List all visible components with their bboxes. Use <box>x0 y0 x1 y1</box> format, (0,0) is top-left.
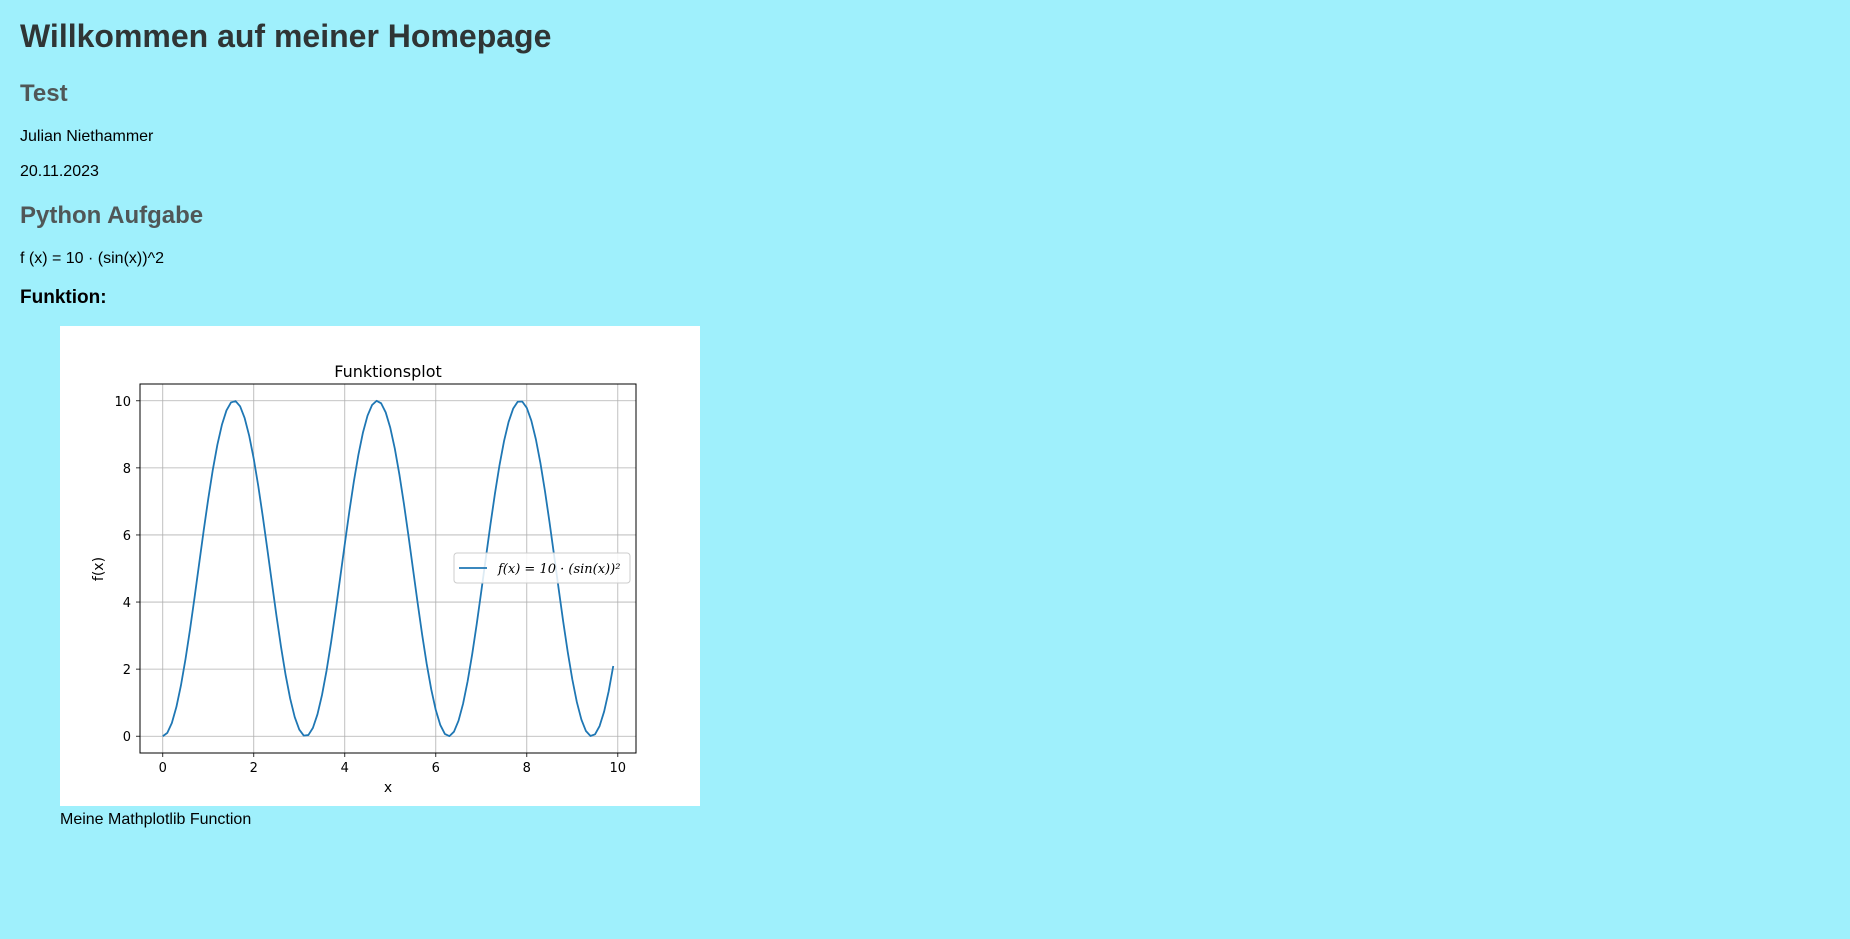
function-plot: 0 2 4 6 8 10 0 2 4 6 8 10 Funktionsplot x f(x) f(x)… <box>91 362 637 796</box>
y-tick-label: 4 <box>123 596 131 611</box>
figure-caption: Meine Mathplotlib Function <box>60 811 252 828</box>
chart-title: Funktionsplot <box>334 362 442 381</box>
x-tick-label: 0 <box>159 761 167 776</box>
page: Willkommen auf meiner Homepage Test Juli… <box>0 0 1850 939</box>
function-subheading: Funktion: <box>20 287 107 308</box>
legend-label: f(x) = 10 · (sin(x))² <box>497 562 620 577</box>
x-tick-label: 10 <box>610 761 627 776</box>
y-axis-label: f(x) <box>91 557 107 581</box>
author-name: Julian Niethammer <box>20 128 154 145</box>
legend: f(x) = 10 · (sin(x))² <box>453 552 631 584</box>
y-tick-label: 2 <box>123 663 131 678</box>
x-tick-label: 6 <box>432 761 440 776</box>
date-text: 20.11.2023 <box>20 163 99 180</box>
function-plot-figure: 0 2 4 6 8 10 0 2 4 6 8 10 Funktionsplot x f(x) f(x)… <box>60 326 700 806</box>
y-tick-label: 10 <box>114 395 131 410</box>
y-tick-label: 6 <box>123 529 131 544</box>
y-tick-label: 0 <box>123 730 131 745</box>
x-tick-label: 8 <box>523 761 531 776</box>
formula-text: f (x) = 10 · (sin(x))^2 <box>20 250 164 267</box>
x-axis-label: x <box>384 780 392 796</box>
y-tick-label: 8 <box>123 462 131 477</box>
section-heading-python: Python Aufgabe <box>20 202 204 229</box>
x-tick-label: 4 <box>341 761 349 776</box>
ticks-layer: 0 2 4 6 8 10 0 2 4 6 8 10 <box>114 395 626 776</box>
x-tick-label: 2 <box>250 761 258 776</box>
section-heading-test: Test <box>20 80 68 107</box>
page-title: Willkommen auf meiner Homepage <box>20 18 552 54</box>
